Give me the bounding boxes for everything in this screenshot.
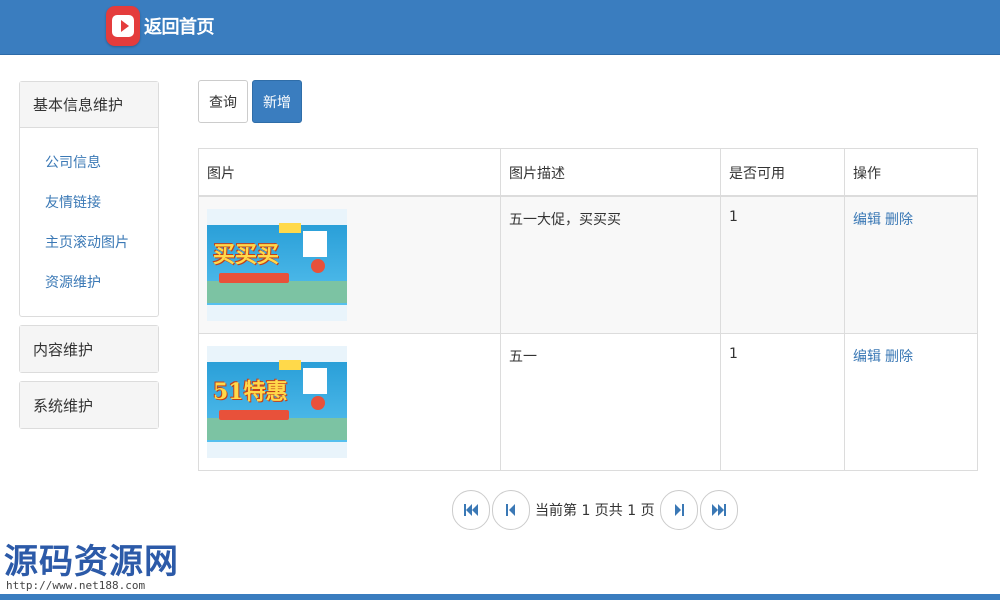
description-cell: 五一	[500, 332, 721, 471]
table-header-row: 图片 图片描述 是否可用 操作	[198, 148, 978, 197]
delete-link[interactable]: 删除	[885, 212, 913, 228]
sidebar-section-basic-info: 基本信息维护 公司信息 友情链接 主页滚动图片 资源维护	[19, 81, 159, 317]
column-header-actions: 操作	[844, 148, 978, 197]
column-header-description: 图片描述	[500, 148, 721, 197]
sidebar-section-system: 系统维护	[19, 381, 159, 429]
image-table: 图片 图片描述 是否可用 操作 买买买 五一大促，买买买 1 编辑 删除 51特…	[198, 148, 978, 471]
sidebar-heading-content[interactable]: 内容维护	[20, 326, 158, 372]
image-cell: 51特惠	[198, 332, 501, 471]
table-row: 51特惠 五一 1 编辑 删除	[198, 332, 978, 471]
description-cell: 五一大促，买买买	[500, 195, 721, 334]
pagination: 当前第 1 页共 1 页	[452, 490, 738, 530]
home-button[interactable]: 返回首页	[106, 4, 215, 48]
sidebar-heading-system[interactable]: 系统维护	[20, 382, 158, 428]
top-header: 返回首页	[0, 0, 1000, 55]
watermark: 源码资源网 http://www.net188.com	[4, 534, 179, 592]
table-row: 买买买 五一大促，买买买 1 编辑 删除	[198, 195, 978, 334]
sidebar-heading-basic-info[interactable]: 基本信息维护	[20, 82, 158, 128]
next-page-button[interactable]	[659, 490, 698, 530]
first-page-icon	[464, 504, 478, 516]
banner-thumbnail: 买买买	[207, 208, 347, 321]
banner-headline: 买买买	[213, 241, 280, 268]
actions-cell: 编辑 删除	[844, 332, 978, 471]
prev-page-button[interactable]	[492, 490, 530, 530]
prev-page-icon	[506, 504, 515, 516]
play-icon	[106, 6, 140, 46]
next-page-icon	[674, 504, 684, 516]
first-page-button[interactable]	[452, 490, 490, 530]
add-button[interactable]: 新增	[252, 80, 302, 123]
sidebar: 基本信息维护 公司信息 友情链接 主页滚动图片 资源维护 内容维护 系统维护	[19, 81, 159, 437]
column-header-enabled: 是否可用	[720, 148, 845, 197]
sidebar-item-resource-maintenance[interactable]: 资源维护	[20, 258, 158, 308]
bottom-bar	[0, 594, 1000, 600]
column-header-image: 图片	[198, 148, 501, 197]
image-cell: 买买买	[198, 195, 501, 334]
banner-headline: 51特惠	[213, 378, 288, 405]
page-info: 当前第 1 页共 1 页	[535, 503, 655, 519]
last-page-icon	[711, 504, 726, 516]
delete-link[interactable]: 删除	[885, 349, 913, 365]
actions-cell: 编辑 删除	[844, 195, 978, 334]
enabled-cell: 1	[720, 332, 845, 471]
sidebar-section-content: 内容维护	[19, 325, 159, 373]
enabled-cell: 1	[720, 195, 845, 334]
edit-link[interactable]: 编辑	[853, 212, 881, 228]
toolbar: 查询 新增	[198, 80, 302, 123]
edit-link[interactable]: 编辑	[853, 349, 881, 365]
home-label: 返回首页	[144, 17, 215, 38]
banner-thumbnail: 51特惠	[207, 345, 347, 458]
sidebar-section-body: 公司信息 友情链接 主页滚动图片 资源维护	[20, 128, 158, 316]
last-page-button[interactable]	[699, 490, 738, 530]
watermark-title: 源码资源网	[4, 542, 179, 582]
query-button[interactable]: 查询	[198, 80, 248, 123]
